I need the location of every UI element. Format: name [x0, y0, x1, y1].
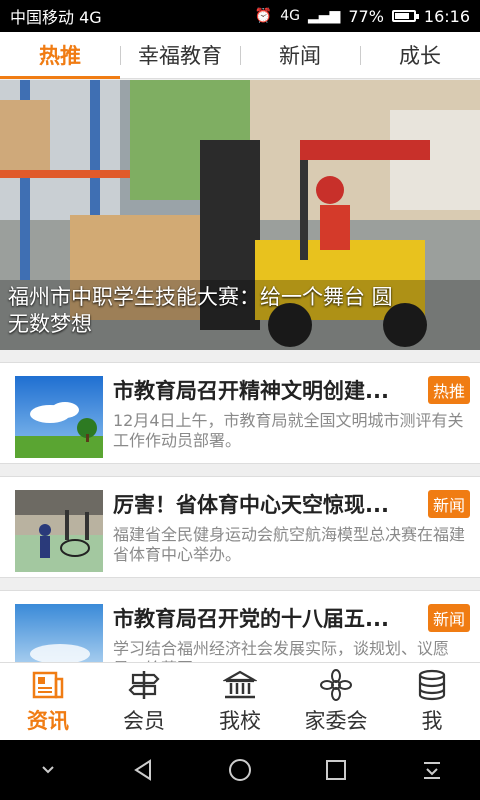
signpost-icon	[128, 670, 160, 699]
school-building-icon	[223, 670, 257, 698]
clock: 16:16	[423, 6, 470, 26]
category-tabs: 热推 幸福教育 新闻 成长	[0, 32, 480, 79]
nav-label: 我校	[219, 708, 261, 733]
nav-label: 资讯	[27, 708, 69, 733]
status-icons: ⏰ 4G ▂▄▆ 77% 16:16	[255, 7, 470, 26]
news-thumbnail-sky-tree	[15, 376, 103, 458]
nav-me[interactable]: 我	[384, 663, 480, 740]
battery-percent: 77%	[348, 6, 384, 26]
alarm-icon: ⏰	[254, 8, 273, 24]
back-icon[interactable]	[130, 756, 158, 784]
system-navigation-bar	[0, 740, 480, 800]
newspaper-icon	[32, 671, 64, 698]
news-title: 市教育局召开精神文明创建...	[113, 379, 389, 403]
nav-school[interactable]: 我校	[192, 663, 288, 740]
home-icon[interactable]	[226, 756, 254, 784]
nav-label: 我	[421, 708, 443, 733]
bottom-navigation: 资讯 会员 我校 家委会 我	[0, 662, 480, 740]
recent-apps-icon[interactable]	[322, 756, 350, 784]
flower-icon	[320, 668, 352, 701]
network-type-label: 4G	[280, 8, 301, 24]
news-item[interactable]: 厉害！省体育中心天空惊现... 新闻 福建省全民健身运动会航空航海模型总决赛在福…	[0, 476, 480, 578]
nav-label: 家委会	[304, 708, 368, 733]
battery-icon	[391, 10, 419, 22]
news-badge: 热推	[427, 376, 470, 404]
status-bar: 中国移动 4G ⏰ 4G ▂▄▆ 77% 16:16	[0, 0, 480, 32]
hide-keyboard-icon[interactable]	[34, 756, 62, 784]
news-description: 12月4日上午，市教育局就全国文明城市测评有关工作作动员部署。	[113, 411, 464, 450]
news-badge: 新闻	[427, 490, 470, 518]
nav-label: 会员	[123, 708, 165, 733]
news-description: 福建省全民健身运动会航空航海模型总决赛在福建省体育中心举办。	[113, 525, 466, 564]
tab-happy-education[interactable]: 幸福教育	[120, 32, 240, 78]
news-title: 市教育局召开党的十八届五...	[113, 607, 389, 631]
nav-member[interactable]: 会员	[96, 663, 192, 740]
banner-caption: 福州市中职学生技能大赛：给一个舞台 圆无数梦想	[8, 285, 393, 336]
news-thumbnail-gym	[15, 490, 103, 572]
news-title: 厉害！省体育中心天空惊现...	[113, 493, 389, 517]
database-icon	[418, 669, 446, 700]
tab-news[interactable]: 新闻	[240, 32, 360, 78]
signal-icon: ▂▄▆	[308, 8, 341, 24]
tab-growth[interactable]: 成长	[360, 32, 480, 78]
battery-fill	[394, 13, 409, 19]
nav-news[interactable]: 资讯	[0, 663, 96, 740]
notification-pulldown-icon[interactable]	[418, 756, 446, 784]
tab-hot[interactable]: 热推	[0, 32, 120, 79]
carrier-label: 中国移动 4G	[10, 8, 102, 27]
news-item[interactable]: 市教育局召开精神文明创建... 热推 12月4日上午，市教育局就全国文明城市测评…	[0, 362, 480, 464]
nav-parents-committee[interactable]: 家委会	[288, 663, 384, 740]
news-badge: 新闻	[427, 604, 470, 632]
featured-banner[interactable]: 福州市中职学生技能大赛：给一个舞台 圆无数梦想	[0, 80, 480, 350]
